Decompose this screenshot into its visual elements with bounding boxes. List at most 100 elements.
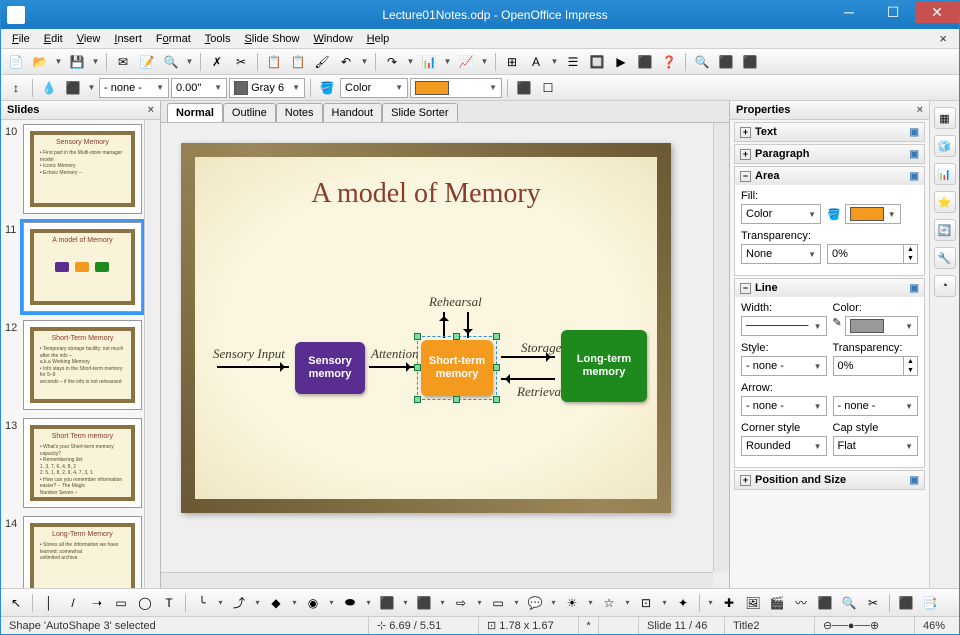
- popout-icon[interactable]: ▣: [910, 149, 919, 160]
- dropdown-icon[interactable]: ▼: [405, 51, 416, 73]
- menu-help[interactable]: Help: [360, 31, 397, 47]
- dropdown-icon[interactable]: ▾: [326, 592, 337, 614]
- slide-thumbnail[interactable]: 13Short Term memory• What's your Short-t…: [5, 418, 142, 508]
- close-panel-icon[interactable]: ×: [917, 104, 923, 116]
- drawing-tool-button[interactable]: ☆: [598, 592, 620, 614]
- menu-file[interactable]: File: [5, 31, 37, 47]
- toolbar-button[interactable]: 📋: [263, 51, 285, 73]
- line-color-combo[interactable]: Gray 6▼: [229, 78, 305, 98]
- status-zoom[interactable]: 46%: [915, 617, 959, 634]
- toolbar-button[interactable]: 💾: [66, 51, 88, 73]
- drawing-tool-button[interactable]: ⬛: [895, 592, 917, 614]
- line-color-combo[interactable]: ▼: [845, 316, 918, 336]
- drawing-tool-button[interactable]: 〰: [790, 592, 812, 614]
- dropdown-icon[interactable]: ▾: [548, 592, 559, 614]
- dropdown-icon[interactable]: ▾: [705, 592, 716, 614]
- dropdown-icon[interactable]: ▼: [53, 51, 64, 73]
- popout-icon[interactable]: ▣: [910, 171, 919, 182]
- drawing-tool-button[interactable]: ◉: [302, 592, 324, 614]
- drawing-tool-button[interactable]: ◯: [134, 592, 156, 614]
- slide-thumbnail[interactable]: 11A model of Memory: [5, 222, 142, 312]
- toolbar-button[interactable]: ⬛: [715, 51, 737, 73]
- pencil-icon[interactable]: ✎: [833, 316, 842, 336]
- scrollbar-vertical[interactable]: [713, 123, 729, 572]
- drawing-tool-button[interactable]: │: [38, 592, 60, 614]
- dropdown-icon[interactable]: ▾: [252, 592, 263, 614]
- drawing-tool-button[interactable]: ⤴: [228, 592, 250, 614]
- drawing-tool-button[interactable]: 📑: [919, 592, 941, 614]
- dropdown-icon[interactable]: ▾: [289, 592, 300, 614]
- scrollbar-horizontal[interactable]: [161, 572, 713, 588]
- slide-canvas[interactable]: A model of Memory Sensory Input Attentio…: [181, 143, 671, 513]
- toolbar-button[interactable]: ↷: [381, 51, 403, 73]
- sidebar-tool-button[interactable]: ▦: [934, 107, 956, 129]
- menu-insert[interactable]: Insert: [107, 31, 149, 47]
- line-width-combo[interactable]: ────────▼: [741, 316, 827, 336]
- slide-thumbnail[interactable]: 10Sensory Memory• First part in the Mult…: [5, 124, 142, 214]
- menu-view[interactable]: View: [70, 31, 108, 47]
- fill-type-combo[interactable]: Color▼: [340, 78, 408, 98]
- slide-thumbnail[interactable]: 14Long-Term Memory• Stores all the infor…: [5, 516, 142, 588]
- drawing-tool-button[interactable]: ✦: [672, 592, 694, 614]
- toolbar-button[interactable]: ☰: [562, 51, 584, 73]
- drawing-tool-button[interactable]: 🖼: [742, 592, 764, 614]
- slide-thumbnail-list[interactable]: 10Sensory Memory• First part in the Mult…: [1, 120, 144, 588]
- sidebar-tool-button[interactable]: 🔧: [934, 247, 956, 269]
- sidebar-tool-button[interactable]: 📊: [934, 163, 956, 185]
- dropdown-icon[interactable]: ▼: [184, 51, 195, 73]
- menu-edit[interactable]: Edit: [37, 31, 70, 47]
- toolbar-button[interactable]: 📊: [418, 51, 440, 73]
- dropdown-icon[interactable]: ▾: [622, 592, 633, 614]
- slide-title[interactable]: A model of Memory: [181, 178, 671, 210]
- box-long-term-memory[interactable]: Long-termmemory: [561, 330, 647, 402]
- toolbar-button[interactable]: 📋: [287, 51, 309, 73]
- drawing-tool-button[interactable]: ╰: [191, 592, 213, 614]
- toolbar-button[interactable]: 🖌: [311, 51, 333, 73]
- line-transparency-spinner[interactable]: 0%▲▼: [833, 356, 919, 376]
- arrow-end-combo[interactable]: - none -▼: [833, 396, 919, 416]
- drawing-tool-button[interactable]: /: [62, 592, 84, 614]
- dropdown-icon[interactable]: ▾: [585, 592, 596, 614]
- bucket-icon[interactable]: 🪣: [316, 77, 338, 99]
- dropdown-icon[interactable]: ▾: [659, 592, 670, 614]
- drawing-tool-button[interactable]: ◆: [265, 592, 287, 614]
- drawing-tool-button[interactable]: ☀: [561, 592, 583, 614]
- drawing-tool-button[interactable]: ↖: [5, 592, 27, 614]
- toolbar-button[interactable]: ❓: [658, 51, 680, 73]
- section-paragraph[interactable]: +Paragraph▣: [735, 145, 924, 163]
- crop-icon[interactable]: ☐: [537, 77, 559, 99]
- drawing-tool-button[interactable]: ⬛: [814, 592, 836, 614]
- menu-format[interactable]: Format: [149, 31, 198, 47]
- drawing-tool-button[interactable]: 🎬: [766, 592, 788, 614]
- close-button[interactable]: ✕: [915, 1, 959, 23]
- toolbar-button[interactable]: 📝: [136, 51, 158, 73]
- drawing-tool-button[interactable]: ➝: [86, 592, 108, 614]
- menu-tools[interactable]: Tools: [198, 31, 238, 47]
- toolbar-button[interactable]: 🔍: [160, 51, 182, 73]
- view-tab[interactable]: Notes: [276, 103, 323, 122]
- drawing-tool-button[interactable]: ⇨: [450, 592, 472, 614]
- transparency-type-combo[interactable]: None▼: [741, 244, 821, 264]
- dropdown-icon[interactable]: ▾: [511, 592, 522, 614]
- section-text[interactable]: +Text▣: [735, 123, 924, 141]
- toolbar-button[interactable]: 📈: [455, 51, 477, 73]
- dropdown-icon[interactable]: ▼: [479, 51, 490, 73]
- toolbar-button[interactable]: ✉: [112, 51, 134, 73]
- maximize-button[interactable]: ☐: [871, 1, 915, 23]
- line-style-combo[interactable]: - none -▼: [99, 78, 169, 98]
- dropdown-icon[interactable]: ▾: [363, 592, 374, 614]
- arrange-icon[interactable]: ↕: [5, 77, 27, 99]
- section-line[interactable]: −Line▣: [735, 279, 924, 297]
- toolbar-button[interactable]: ⬛: [634, 51, 656, 73]
- fill-drop-icon[interactable]: 💧: [38, 77, 60, 99]
- dropdown-icon[interactable]: ▾: [437, 592, 448, 614]
- drawing-tool-button[interactable]: ▭: [487, 592, 509, 614]
- slide-canvas-area[interactable]: A model of Memory Sensory Input Attentio…: [161, 123, 729, 588]
- line-width-combo[interactable]: 0.00"▼: [171, 78, 227, 98]
- fill-type-combo[interactable]: Color▼: [741, 204, 821, 224]
- sidebar-tool-button[interactable]: ◔: [934, 275, 956, 297]
- toolbar-button[interactable]: ▶: [610, 51, 632, 73]
- minimize-button[interactable]: ─: [827, 1, 871, 23]
- fill-color-combo[interactable]: ▼: [410, 78, 502, 98]
- dropdown-icon[interactable]: ▾: [215, 592, 226, 614]
